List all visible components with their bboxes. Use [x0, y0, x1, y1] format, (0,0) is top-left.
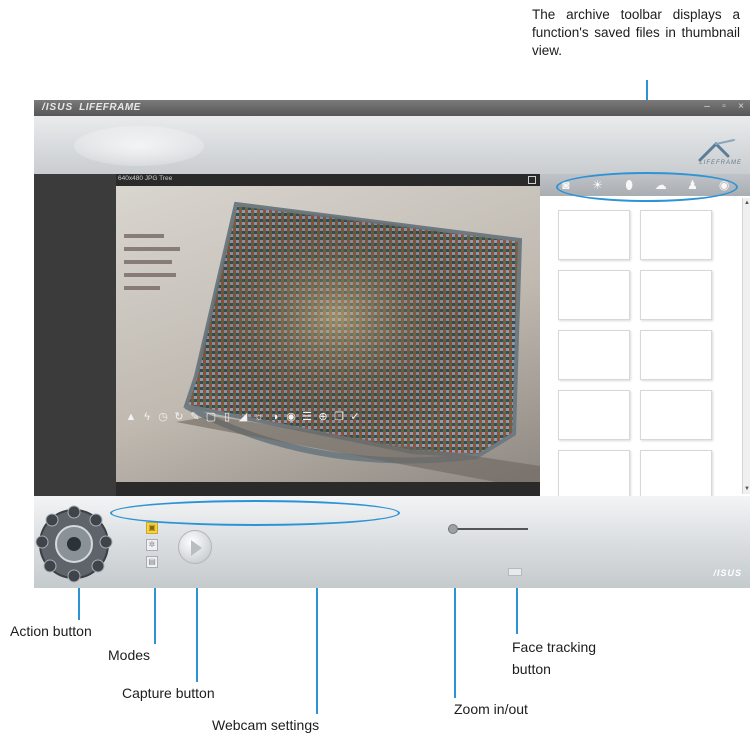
- thumbnail-slot[interactable]: [558, 270, 630, 320]
- capture-button[interactable]: [178, 530, 212, 564]
- asus-wordmark: /ISUS: [42, 102, 74, 113]
- mosaic-artwork: [176, 201, 540, 482]
- webcam-settings-callout: Webcam settings: [212, 717, 320, 733]
- face-tracking-button[interactable]: [508, 568, 522, 576]
- header-decoration: [74, 126, 204, 166]
- face-tracking-callout: Face tracking button: [512, 639, 597, 677]
- modes-leader-line: [154, 582, 156, 644]
- layers-icon[interactable]: ❐: [332, 410, 346, 424]
- title-bar: /ISUS LIFEFRAME – ▫ ×: [34, 100, 750, 116]
- archive-scrollbar[interactable]: ▲ ▼: [742, 198, 750, 494]
- thumbnail-slot[interactable]: [640, 450, 712, 500]
- webcam-image: [116, 186, 540, 482]
- capture-button-callout: Capture button: [122, 685, 215, 701]
- rotate-icon[interactable]: ↻: [172, 410, 186, 424]
- list-icon[interactable]: ☰: [300, 410, 314, 424]
- thumbnail-slot[interactable]: [558, 450, 630, 500]
- thumbnail-slot[interactable]: [640, 270, 712, 320]
- modes-callout: Modes: [108, 647, 151, 663]
- scroll-up-icon[interactable]: ▲: [743, 200, 750, 206]
- thumbnail-slot[interactable]: [640, 390, 712, 440]
- timer-icon[interactable]: ◷: [156, 410, 170, 424]
- archive-toolbar-highlight: [556, 172, 738, 202]
- thumbnail-slot[interactable]: [640, 330, 712, 380]
- page-icon[interactable]: ▯: [220, 410, 234, 424]
- scene-icon[interactable]: ▲: [124, 410, 138, 424]
- effect-icon[interactable]: ◉: [284, 410, 298, 424]
- product-name: LIFEFRAME: [79, 102, 141, 113]
- zoom-slider-track[interactable]: [448, 528, 528, 530]
- contrast-icon[interactable]: ◑: [268, 410, 282, 424]
- thumbnail-slot[interactable]: [558, 390, 630, 440]
- thumbnail-slot[interactable]: [558, 210, 630, 260]
- fullscreen-icon[interactable]: [528, 176, 536, 184]
- minimize-icon[interactable]: –: [702, 102, 712, 112]
- webcam-preview: 640x480 JPG Tree: [116, 174, 540, 496]
- left-panel: [34, 174, 116, 496]
- archive-panel: ◙ ☀ ⬮ ☁ ♟ ◉ ▲ ▼: [540, 174, 750, 500]
- thumbnail-grid: [558, 210, 712, 500]
- restore-icon[interactable]: ▫: [719, 102, 729, 112]
- lock-icon[interactable]: ⊕: [316, 410, 330, 424]
- thumbnail-slot[interactable]: [640, 210, 712, 260]
- app-header: LIFEFRAME: [34, 116, 750, 174]
- lifeframe-logo-text: LIFEFRAME: [699, 160, 742, 166]
- archive-toolbar-callout: The archive toolbar displays a function'…: [532, 7, 740, 58]
- flash-icon[interactable]: ϟ: [140, 410, 154, 424]
- preview-resolution-label: 640x480 JPG Tree: [118, 175, 173, 182]
- footer-asus-logo: /ISUS: [713, 568, 742, 578]
- scroll-down-icon[interactable]: ▼: [743, 486, 750, 492]
- video-mode-icon[interactable]: ✲: [146, 539, 158, 551]
- action-button-callout: Action button: [10, 623, 92, 639]
- brush-icon[interactable]: ✎: [188, 410, 202, 424]
- close-icon[interactable]: ×: [736, 102, 746, 112]
- brand-label: /ISUS LIFEFRAME: [42, 102, 141, 113]
- action-leader-line: [78, 586, 80, 620]
- play-icon: [191, 540, 202, 556]
- window-controls: – ▫ ×: [702, 102, 746, 112]
- zoom-callout: Zoom in/out: [454, 701, 528, 717]
- tone-icon[interactable]: ◢: [236, 410, 250, 424]
- webcam-settings-bar: ▲ ϟ ◷ ↻ ✎ ▢ ▯ ◢ ☼ ◑ ◉ ☰ ⊕ ❐ ✓: [116, 408, 412, 426]
- webcam-settings-highlight: [110, 500, 400, 526]
- action-button[interactable]: [34, 496, 116, 588]
- photo-mode-icon[interactable]: ▣: [146, 522, 158, 534]
- burst-mode-icon[interactable]: ▤: [146, 556, 158, 568]
- tools-icon[interactable]: ✓: [348, 410, 362, 424]
- thumbnail-slot[interactable]: [558, 330, 630, 380]
- zoom-slider-handle[interactable]: [448, 524, 458, 534]
- brightness-icon[interactable]: ☼: [252, 410, 266, 424]
- face-leader-line: [516, 584, 518, 634]
- frame-icon[interactable]: ▢: [204, 410, 218, 424]
- mode-selector: ▣ ✲ ▤: [146, 522, 158, 568]
